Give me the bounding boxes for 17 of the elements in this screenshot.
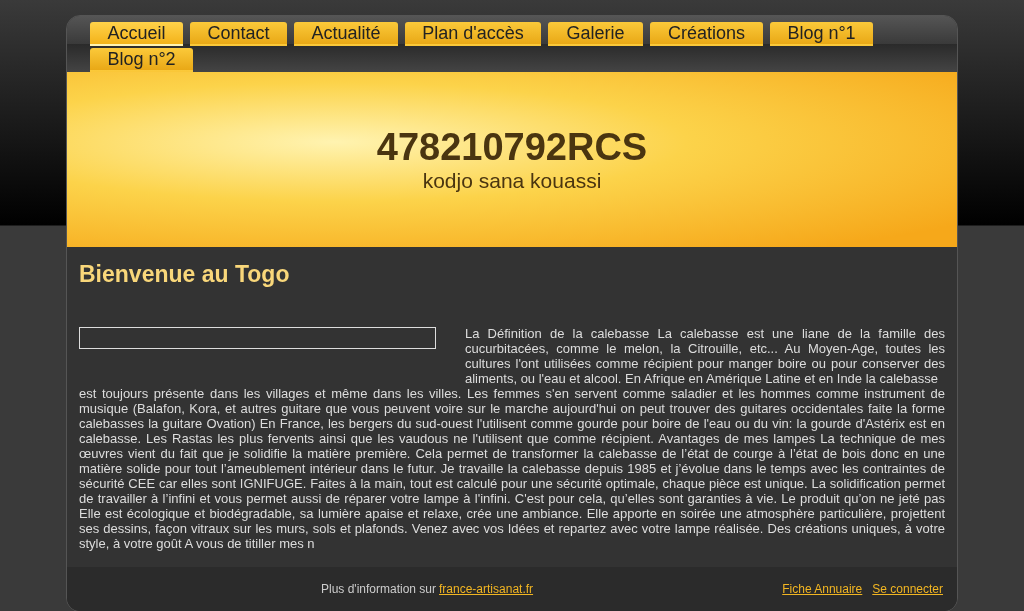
nav-tab[interactable]: Accueil [90,22,183,46]
nav-tab[interactable]: Galerie [548,22,643,46]
site-subtitle: kodjo sana kouassi [422,169,602,193]
nav-tab[interactable]: Contact [190,22,287,46]
page-heading: Bienvenue au Togo [79,261,291,288]
nav-tab[interactable]: Actualité [294,22,398,46]
nav-tab[interactable]: Blog n°2 [90,48,193,72]
article-text: est toujours présente dans les villages et même dans les villes. Les femmes s'en servent comme saladier et les hommes comme instrument de musique (Balafon, Kora, et autres guitare que vous peuvent voire sur le marche aujourd'hui on peut trouver des guitares occidentales faite la forme calebasses la guitare Ovation) En France, les bergers du sud-ouest l'utilisent comme gourde pour boire de l'eau ou du vin: la gourde d'Astérix est en calebasse. Les Rastas les plus fervents ainsi que les vaudous ne l'utilisent que comme récipient. Avantages de mes lampes La technique de mes œuvres vient du fait que je solidifie la matière première. Cela permet de transformer la calebasse de l’état de courge à l’état de bois donc en une matière solide pour tout l’ameublement intérieur dans le futur. Je travaille la calebasse depuis 1985 et j’évolue dans le temps avec les contraintes de sécurité CEE car elles sont IGNIFUGE. Faites à la main, tout est calculé pour une sécurité optimale, chaque pièce est unique. La solidification permet de travailler à l’infini et vous permet aussi de réparer votre lampe à l'infini. C'est pour cela, qu’elles sont garanties à vie. Le produit qu’on ne jeté pas Elle est écologique et biodégradable, sa lumière apaise et relaxe, crée une ambiance. Elle apporte en soirée une atmosphère particulière, projettent ses dessins, façon vitraux sur les murs, sols et plafonds. Venez avec vos Idées et repartez avec votre lampe réalisée. Des créations uniques, à votre style, à votre goût A vous de titiller mes n [79,386,945,551]
article-text: La Définition de la calebasse La calebasse est une liane de la famille des cucurbitacées, comme le melon, la Citrouille, etc... Au Moyen-Age, toutes les cultures l'ont utilisées comme récipient pour manger boire ou pour conserver des aliments, ou l'eau et alcool. En Afrique en Amérique Latine et en Inde la calebasse [465,326,945,386]
nav-tab[interactable]: Blog n°1 [770,22,873,46]
site-title: 478210792RCS [376,126,648,169]
nav-tab[interactable]: Plan d'accès [405,22,541,46]
footer-info: Plus d'information sur [321,582,436,596]
footer-link[interactable]: france-artisanat.fr [439,582,534,596]
footer-link[interactable]: Se connecter [872,582,943,596]
footer-link[interactable]: Fiche Annuaire [782,582,863,596]
nav-tab[interactable]: Créations [650,22,763,46]
